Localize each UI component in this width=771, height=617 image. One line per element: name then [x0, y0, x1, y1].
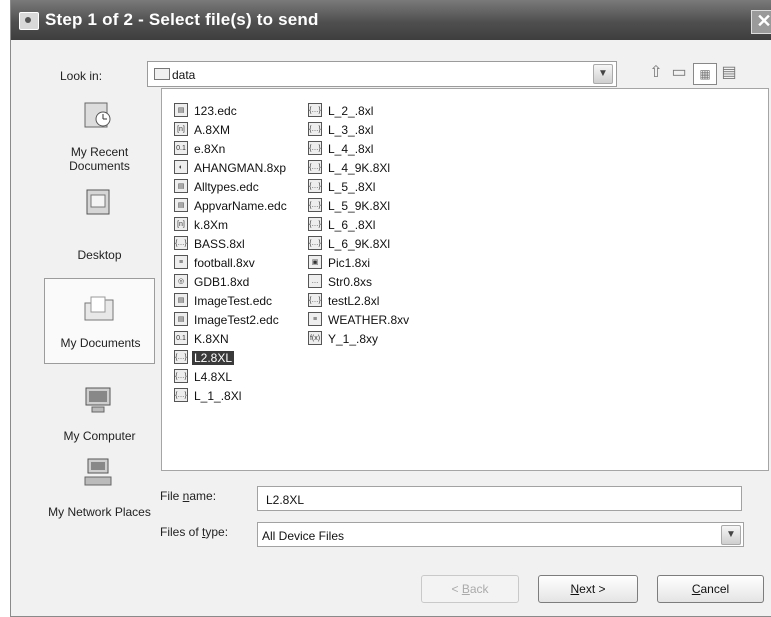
look-in-value: data [172, 68, 196, 82]
file-name: GDB1.8xd [194, 275, 250, 289]
file-type-icon: ≡ [308, 312, 322, 326]
my-computer-icon [85, 387, 111, 413]
chevron-down-icon[interactable]: ▼ [721, 525, 741, 545]
file-name: L_5_9K.8Xl [328, 199, 391, 213]
file-type-icon: {…} [308, 122, 322, 136]
file-type-icon: ◎ [174, 274, 188, 288]
place-label: My Recent Documents [69, 145, 130, 173]
file-name: L_6_9K.8Xl [328, 237, 391, 251]
look-in-dropdown[interactable]: data ▼ [147, 61, 617, 87]
place-my-computer[interactable]: My Computer [44, 375, 155, 465]
file-type-icon: ≡ [174, 255, 188, 269]
cancel-button[interactable]: Cancel [657, 575, 764, 603]
look-in-label: Look in: [60, 69, 103, 83]
file-type-dropdown[interactable]: All Device Files ▼ [257, 522, 744, 547]
chevron-down-icon[interactable]: ▼ [593, 64, 613, 84]
file-type-icon: 0.1 [174, 141, 188, 155]
file-name: L_3_.8xl [328, 123, 374, 137]
place-label: My Network Places [48, 505, 151, 519]
file-name: BASS.8xl [194, 237, 245, 251]
file-type-icon: {…} [308, 179, 322, 193]
file-name: L_2_.8xl [328, 104, 374, 118]
network-places-icon [84, 458, 112, 486]
file-type-icon: ▤ [174, 312, 188, 326]
place-label: My Documents [60, 336, 141, 350]
file-name: L_5_.8Xl [328, 180, 376, 194]
file-name: football.8xv [194, 256, 255, 270]
place-recent-documents[interactable]: My Recent Documents [44, 85, 155, 175]
file-name: Y_1_.8xy [328, 332, 379, 346]
file-type-icon: {…} [308, 103, 322, 117]
file-name: K.8XN [194, 332, 229, 346]
back-button[interactable]: < Back [421, 575, 519, 603]
file-type-icon: ▤ [174, 293, 188, 307]
file-type-icon: {…} [308, 141, 322, 155]
file-type-icon: [n] [174, 217, 188, 231]
file-type-icon: ▤ [174, 103, 188, 117]
file-name: WEATHER.8xv [328, 313, 410, 327]
title-bar[interactable]: Step 1 of 2 - Select file(s) to send ✕ [11, 0, 771, 40]
place-my-documents[interactable]: My Documents [44, 278, 155, 364]
file-name: ImageTest2.edc [194, 313, 279, 327]
place-desktop[interactable]: Desktop [44, 175, 155, 265]
place-network-places[interactable]: My Network Places [44, 453, 155, 543]
file-name: L4.8XL [194, 370, 233, 384]
file-type-icon: [n] [174, 122, 188, 136]
window-title: Step 1 of 2 - Select file(s) to send [45, 10, 319, 29]
file-type-icon: {…} [308, 198, 322, 212]
file-name-value: L2.8XL [266, 493, 305, 507]
file-type-value: All Device Files [262, 529, 345, 543]
file-type-icon: {…} [308, 160, 322, 174]
file-name: 123.edc [194, 104, 237, 118]
file-type-icon: {…} [174, 236, 188, 250]
file-type-icon: {…} [174, 369, 188, 383]
my-documents-icon [84, 296, 114, 321]
file-type-icon: … [308, 274, 322, 288]
file-name: Str0.8xs [328, 275, 373, 289]
file-name: Alltypes.edc [194, 180, 259, 194]
file-name: L_4_9K.8Xl [328, 161, 391, 175]
file-list[interactable]: ▤ 123.edc [n] A.8XM 0.1 e.8Xn ◐ AHANGMAN.8xp ▤ Al… [161, 88, 769, 471]
file-type-icon: {…} [174, 388, 188, 402]
file-name: Pic1.8xi [328, 256, 371, 270]
file-type-icon: {…} [308, 293, 322, 307]
close-button[interactable]: ✕ [751, 10, 771, 34]
file-name: L_1_.8Xl [194, 389, 242, 403]
file-name: L_6_.8Xl [328, 218, 376, 232]
desktop-icon [86, 189, 110, 215]
file-name: L_4_.8xl [328, 142, 374, 156]
file-type-icon: {…} [174, 350, 188, 364]
file-name: AppvarName.edc [194, 199, 287, 213]
app-icon [19, 12, 39, 30]
list-view-icon[interactable]: ▦ [693, 63, 717, 85]
file-name: e.8Xn [194, 142, 226, 156]
place-label: Desktop [77, 248, 122, 262]
file-name: AHANGMAN.8xp [194, 161, 287, 175]
file-type-label: Files of type: [160, 525, 229, 539]
up-folder-icon[interactable]: ⇧ [645, 63, 667, 83]
file-name: k.8Xm [194, 218, 229, 232]
file-name: testL2.8xl [328, 294, 380, 308]
file-type-icon: f(x) [308, 331, 322, 345]
places-bar: My Recent Documents Desktop My Documents… [44, 85, 155, 545]
file-type-icon: ◐ [174, 160, 188, 174]
file-name-input[interactable]: L2.8XL [257, 486, 742, 511]
file-name: L2.8XL [192, 351, 235, 365]
recent-documents-icon [84, 102, 111, 128]
new-folder-icon[interactable]: ▭ [668, 63, 690, 83]
file-type-icon: {…} [308, 217, 322, 231]
details-view-icon[interactable]: ▤ [718, 63, 740, 83]
next-button[interactable]: Next > [538, 575, 638, 603]
file-type-icon: {…} [308, 236, 322, 250]
file-name-label: File name: [160, 489, 217, 503]
file-type-icon: ▤ [174, 198, 188, 212]
place-label: My Computer [63, 429, 136, 443]
folder-icon [154, 68, 170, 80]
file-type-icon: ▤ [174, 179, 188, 193]
file-type-icon: 0.1 [174, 331, 188, 345]
file-dialog-window: Step 1 of 2 - Select file(s) to send ✕ L… [10, 0, 771, 617]
file-type-icon: ▣ [308, 255, 322, 269]
file-name: A.8XM [194, 123, 231, 137]
file-name: ImageTest.edc [194, 294, 273, 308]
